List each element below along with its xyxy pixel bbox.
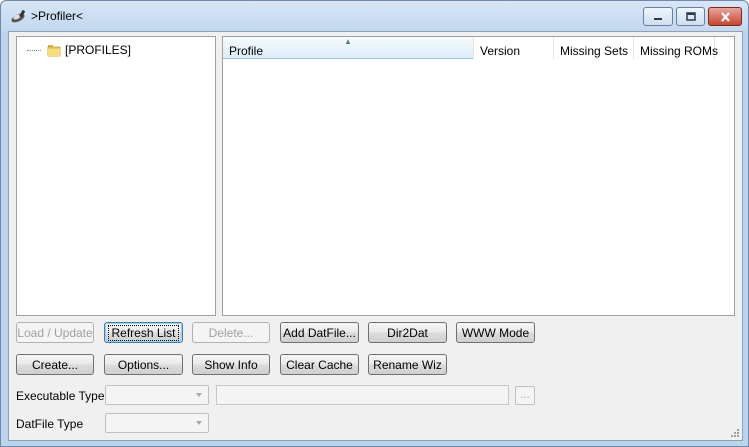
options-button[interactable]: Options... — [104, 354, 183, 375]
column-label: Missing Sets — [560, 44, 629, 58]
column-label: Profile — [229, 44, 264, 58]
column-header-profile[interactable]: ▲ Profile — [223, 37, 474, 59]
minimize-button[interactable] — [643, 7, 673, 26]
rename-wiz-button[interactable]: Rename Wiz — [368, 354, 447, 375]
column-header-version[interactable]: Version — [474, 37, 554, 59]
dir2dat-button[interactable]: Dir2Dat — [368, 322, 447, 343]
button-label: Rename Wiz — [373, 357, 442, 372]
load-update-button[interactable]: Load / Update — [16, 322, 94, 343]
button-label: Create... — [31, 357, 79, 372]
executable-type-label: Executable Type — [16, 389, 105, 403]
create-button[interactable]: Create... — [16, 354, 94, 375]
button-label: Refresh List — [108, 324, 179, 341]
datfile-type-label: DatFile Type — [16, 417, 84, 431]
button-label: Show Info — [204, 357, 258, 372]
browse-button[interactable]: ... — [515, 386, 535, 405]
www-mode-button[interactable]: WWW Mode — [456, 322, 535, 343]
minimize-icon — [654, 17, 662, 20]
tree-node-profiles[interactable]: [PROFILES] — [27, 43, 131, 57]
profile-tree[interactable]: [PROFILES] — [16, 36, 216, 316]
button-label: Clear Cache — [286, 357, 353, 372]
refresh-list-button[interactable]: Refresh List — [104, 322, 183, 343]
executable-type-select[interactable] — [105, 385, 209, 405]
button-label: Load / Update — [17, 325, 93, 340]
list-header: ▲ Profile Version Missing Sets Missing R… — [223, 37, 734, 59]
show-info-button[interactable]: Show Info — [192, 354, 270, 375]
close-button[interactable] — [708, 7, 742, 26]
delete-button[interactable]: Delete... — [192, 322, 270, 343]
button-label: ... — [520, 390, 530, 401]
column-label: Missing ROMs — [640, 44, 719, 58]
chevron-down-icon — [196, 393, 202, 397]
executable-path-field[interactable] — [216, 385, 509, 405]
column-header-missing-roms[interactable]: Missing ROMs — [634, 37, 719, 59]
sort-ascending-icon: ▲ — [344, 37, 352, 46]
clear-cache-button[interactable]: Clear Cache — [280, 354, 359, 375]
add-datfile-button[interactable]: Add DatFile... — [280, 322, 359, 343]
button-label: Dir2Dat — [387, 325, 428, 340]
chevron-down-icon — [196, 421, 202, 425]
tree-root-label: [PROFILES] — [65, 43, 132, 57]
app-icon — [11, 9, 26, 23]
maximize-icon — [685, 12, 696, 21]
column-header-missing-sets[interactable]: Missing Sets — [554, 37, 634, 59]
tree-connector — [27, 49, 41, 51]
title-bar[interactable]: >Profiler< — [1, 1, 748, 31]
button-label: Options... — [117, 357, 170, 372]
column-label: Version — [480, 44, 521, 58]
button-label: Delete... — [208, 325, 254, 340]
close-icon — [720, 11, 730, 22]
button-label: Add DatFile... — [283, 325, 356, 340]
window-title: >Profiler< — [31, 9, 84, 23]
resize-grip-icon[interactable] — [730, 428, 740, 438]
maximize-button[interactable] — [676, 7, 705, 26]
profile-list[interactable]: ▲ Profile Version Missing Sets Missing R… — [222, 36, 735, 316]
datfile-type-select[interactable] — [105, 413, 209, 433]
folder-icon — [47, 44, 61, 56]
button-label: WWW Mode — [461, 325, 530, 340]
client-area: [PROFILES] ▲ Profile Version Missing Set… — [8, 31, 743, 441]
profiler-window: >Profiler< [PROFILES] ▲ Profile Version … — [0, 0, 749, 447]
